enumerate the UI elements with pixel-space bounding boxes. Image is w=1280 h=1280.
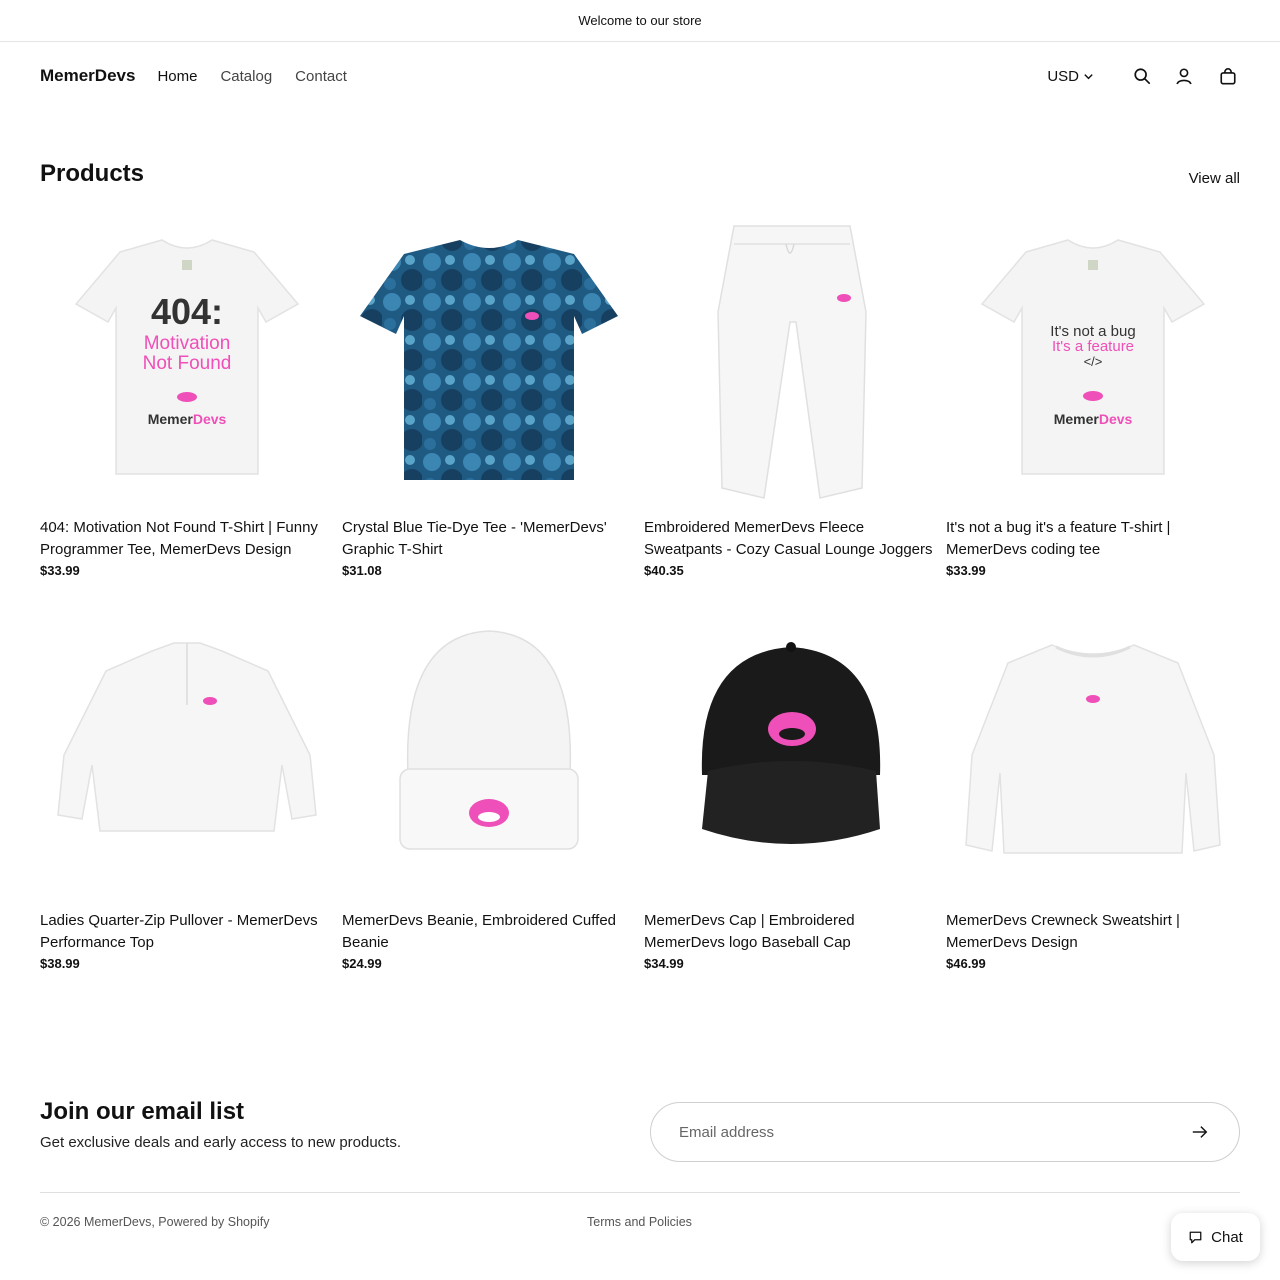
- svg-text:404:: 404:: [151, 291, 223, 332]
- product-card[interactable]: Embroidered MemerDevs Fleece Sweatpants …: [644, 212, 938, 578]
- product-image-white-sweatpants[interactable]: [644, 212, 938, 506]
- product-title[interactable]: MemerDevs Crewneck Sweatshirt | MemerDev…: [946, 910, 1240, 954]
- svg-text:Motivation: Motivation: [144, 333, 231, 354]
- product-price: $31.08: [342, 563, 382, 578]
- newsletter-title: Join our email list: [40, 1098, 245, 1125]
- product-title[interactable]: MemerDevs Cap | Embroidered MemerDevs lo…: [644, 910, 938, 954]
- product-title[interactable]: MemerDevs Beanie, Embroidered Cuffed Bea…: [342, 910, 636, 954]
- footer-copyright[interactable]: © 2026 MemerDevs, Powered by Shopify: [40, 1215, 269, 1229]
- product-grid: 404: Motivation Not Found MemerDevs 404:…: [40, 212, 1240, 971]
- product-image-white-tshirt-404[interactable]: 404: Motivation Not Found MemerDevs: [40, 212, 334, 506]
- footer-divider: [40, 1192, 1240, 1193]
- product-title[interactable]: Ladies Quarter-Zip Pullover - MemerDevs …: [40, 910, 334, 954]
- currency-value: USD: [1047, 67, 1079, 85]
- product-price: $33.99: [946, 563, 986, 578]
- product-image-white-quarter-zip[interactable]: [40, 605, 334, 899]
- account-icon[interactable]: [1172, 64, 1196, 88]
- email-field[interactable]: [679, 1123, 1189, 1141]
- product-title[interactable]: 404: Motivation Not Found T-Shirt | Funn…: [40, 517, 334, 561]
- header-actions: USD: [1047, 64, 1240, 88]
- products-title: Products: [40, 160, 145, 187]
- chat-icon: [1189, 1231, 1202, 1243]
- product-card[interactable]: Ladies Quarter-Zip Pullover - MemerDevs …: [40, 605, 334, 971]
- product-card[interactable]: MemerDevs Cap | Embroidered MemerDevs lo…: [644, 605, 938, 971]
- search-icon[interactable]: [1130, 64, 1154, 88]
- products-header: Products View all: [0, 157, 1280, 188]
- newsletter-section: Join our email list Get exclusive deals …: [40, 1098, 1240, 1162]
- product-card[interactable]: Crystal Blue Tie-Dye Tee - 'MemerDevs' G…: [342, 212, 636, 578]
- product-price: $46.99: [946, 956, 986, 971]
- product-title[interactable]: Crystal Blue Tie-Dye Tee - 'MemerDevs' G…: [342, 517, 636, 561]
- product-title[interactable]: It's not a bug it's a feature T-shirt | …: [946, 517, 1240, 561]
- announcement-text: Welcome to our store: [578, 13, 702, 28]
- svg-text:</>: </>: [1084, 354, 1103, 369]
- nav-contact[interactable]: Contact: [295, 68, 347, 85]
- product-image-white-crewneck[interactable]: [946, 605, 1240, 899]
- product-title[interactable]: Embroidered MemerDevs Fleece Sweatpants …: [644, 517, 938, 561]
- chat-button[interactable]: Chat: [1171, 1213, 1260, 1261]
- svg-text:It's a feature: It's a feature: [1052, 338, 1134, 355]
- svg-text:MemerDevs: MemerDevs: [1054, 411, 1133, 427]
- product-image-blue-tie-dye-tshirt[interactable]: [342, 212, 636, 506]
- product-price: $40.35: [644, 563, 684, 578]
- product-card[interactable]: 404: Motivation Not Found MemerDevs 404:…: [40, 212, 334, 578]
- product-image-black-cap[interactable]: [644, 605, 938, 899]
- product-image-white-beanie[interactable]: [342, 605, 636, 899]
- newsletter-form: [650, 1102, 1240, 1162]
- nav-home[interactable]: Home: [157, 68, 197, 85]
- product-price: $38.99: [40, 956, 80, 971]
- nav-catalog[interactable]: Catalog: [220, 68, 272, 85]
- product-card[interactable]: MemerDevs Beanie, Embroidered Cuffed Bea…: [342, 605, 636, 971]
- svg-text:MemerDevs: MemerDevs: [148, 411, 227, 427]
- view-all-link[interactable]: View all: [1189, 170, 1240, 187]
- product-image-white-tshirt-bug-feature[interactable]: It's not a bug It's a feature </> MemerD…: [946, 212, 1240, 506]
- product-card[interactable]: It's not a bug It's a feature </> MemerD…: [946, 212, 1240, 578]
- announcement-bar: Welcome to our store: [0, 0, 1280, 42]
- product-price: $34.99: [644, 956, 684, 971]
- main-nav: Home Catalog Contact: [157, 68, 346, 85]
- chat-label: Chat: [1211, 1228, 1243, 1246]
- terms-link[interactable]: Terms and Policies: [587, 1215, 692, 1229]
- chevron-down-icon: [1084, 73, 1093, 79]
- currency-selector[interactable]: USD: [1047, 68, 1094, 85]
- product-price: $33.99: [40, 563, 80, 578]
- product-card[interactable]: MemerDevs Crewneck Sweatshirt | MemerDev…: [946, 605, 1240, 971]
- svg-text:Not Found: Not Found: [143, 353, 232, 374]
- arrow-right-icon[interactable]: [1189, 1121, 1211, 1143]
- product-price: $24.99: [342, 956, 382, 971]
- newsletter-subtitle: Get exclusive deals and early access to …: [40, 1134, 402, 1151]
- site-header: MemerDevs Home Catalog Contact USD: [0, 42, 1280, 110]
- cart-icon[interactable]: [1216, 64, 1240, 88]
- brand-logo[interactable]: MemerDevs: [40, 66, 135, 86]
